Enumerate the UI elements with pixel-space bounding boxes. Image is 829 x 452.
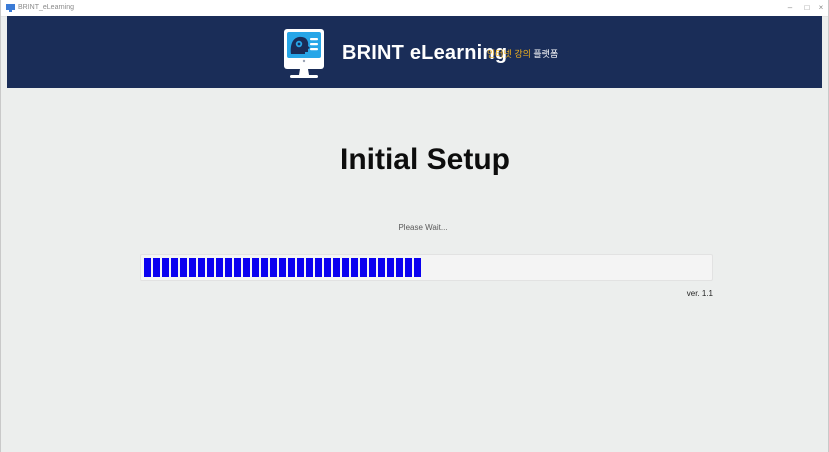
app-header: BRINT eLearning 인터넷 강의 플랫폼 bbox=[7, 16, 822, 88]
monitor-head-icon bbox=[284, 29, 324, 78]
tagline: 인터넷 강의 플랫폼 bbox=[487, 46, 558, 62]
app-window: BRINT_eLearning – □ × BRINT eLearning 인터… bbox=[0, 0, 829, 452]
window-title: BRINT_eLearning bbox=[18, 4, 75, 11]
page-heading: Initial Setup bbox=[339, 143, 510, 176]
app-icon bbox=[6, 4, 15, 12]
main-content: Initial Setup Please Wait... ver. 1.1 bbox=[7, 88, 822, 452]
status-text: Please Wait... bbox=[398, 223, 448, 232]
minimize-button[interactable]: – bbox=[784, 3, 796, 13]
tagline-accent: 인터넷 강의 bbox=[487, 49, 531, 59]
maximize-button[interactable]: □ bbox=[801, 3, 813, 13]
version-label: ver. 1.1 bbox=[686, 289, 713, 298]
progress-bar bbox=[140, 254, 713, 281]
close-button[interactable]: × bbox=[815, 3, 827, 13]
title-bar[interactable]: BRINT_eLearning – □ × bbox=[1, 0, 828, 17]
brand-title: BRINT eLearning bbox=[342, 42, 508, 64]
progress-fill bbox=[144, 258, 421, 277]
tagline-rest: 플랫폼 bbox=[530, 49, 559, 59]
